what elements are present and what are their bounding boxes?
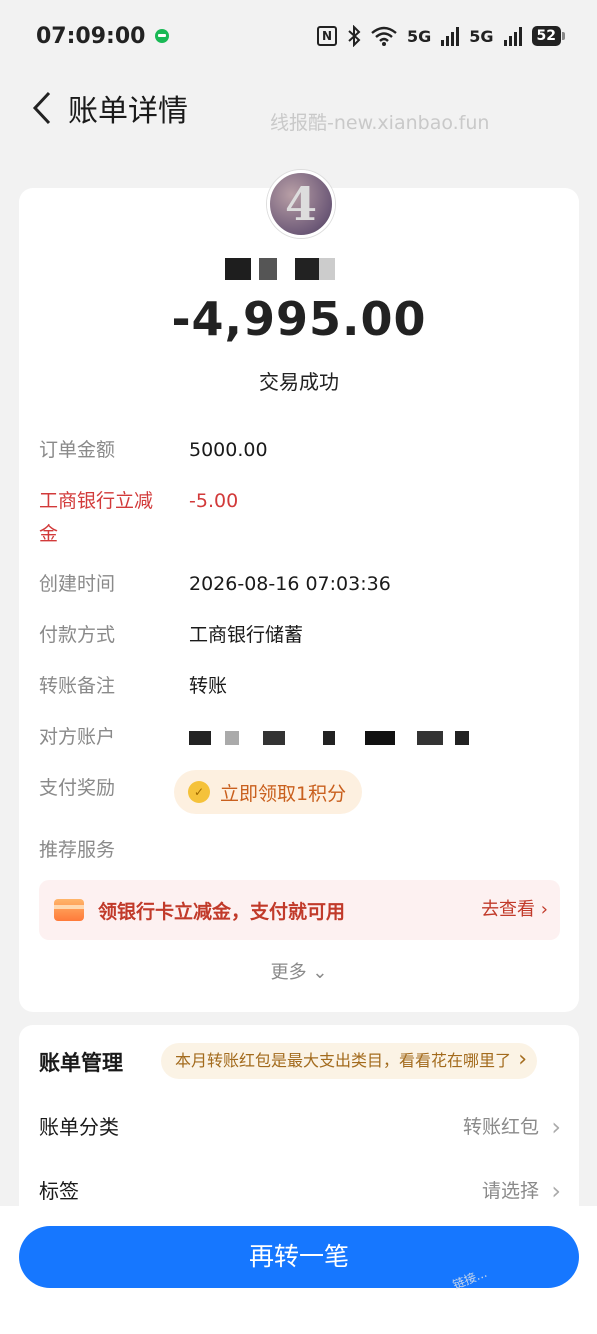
detail-label: 工商银行立减金 [39,490,154,545]
network-type-2: 5G [469,26,494,46]
bill-detail-card: 4 -4,995.00 交易成功 订单金额 5000.00 工商银行立减金 -5… [19,170,579,1012]
spending-insight-tip[interactable]: 本月转账红包是最大支出类目，看看花在哪里了 [161,1042,538,1079]
more-button[interactable]: 更多 ⌄ [19,958,579,984]
page-title: 账单详情 [68,94,188,129]
transfer-again-button[interactable]: 再转一笔 [19,1226,579,1288]
coin-icon: ✓ [188,781,210,803]
bluetooth-icon [348,25,361,47]
promo-view-link[interactable]: 去查看 › [481,880,548,940]
detail-label: 对方账户 [39,726,116,748]
status-bar: 07:09:00 N 5G 5G 52 [0,0,597,72]
manage-title: 账单管理 [39,1051,123,1075]
detail-label: 订单金额 [39,439,116,461]
signal-icon [441,26,460,46]
wechat-notification-icon [155,29,170,43]
transaction-status: 交易成功 [259,370,339,394]
status-time: 07:09:00 [36,23,146,49]
promo-text: 领银行卡立减金，支付就可用 [98,900,346,923]
detail-value: 2026-08-16 07:03:36 [189,573,391,595]
chevron-down-icon: ⌄ [312,962,328,983]
nfc-icon: N [316,26,337,46]
detail-label: 支付奖励 [39,777,116,799]
row-label: 账单分类 [39,1115,119,1139]
bank-card-icon [54,899,84,921]
bank-card-promo-banner[interactable]: 领银行卡立减金，支付就可用 去查看 › [39,880,560,940]
transaction-amount: -4,995.00 [171,292,427,346]
chevron-right-icon: › [540,899,548,920]
detail-value: 工商银行储蓄 [189,624,304,646]
detail-label: 付款方式 [39,624,116,646]
bill-category-row[interactable]: 账单分类 转账红包 › [39,1105,561,1149]
detail-value: 5000.00 [189,439,268,461]
watermark: 线报酷-new.xianbao.fun [270,112,490,134]
network-type: 5G [406,26,432,46]
battery-icon: 52 [531,26,566,46]
detail-label: 转账备注 [39,675,116,697]
claim-points-button[interactable]: ✓ 立即领取1积分 [174,770,363,814]
chevron-left-icon [32,91,51,125]
counterparty-account-masked [189,731,469,745]
detail-label: 推荐服务 [39,839,116,861]
detail-label: 创建时间 [39,573,116,595]
signal-icon-2 [503,26,522,46]
wifi-icon [371,26,397,46]
detail-value: 转账 [189,675,228,697]
row-value: 转账红包 [462,1116,539,1138]
back-button[interactable] [12,78,72,138]
payee-avatar: 4 [267,170,335,238]
payee-name-masked [225,258,355,280]
detail-value: -5.00 [189,490,239,512]
claim-points-label: 立即领取1积分 [220,782,347,805]
chevron-right-icon: › [551,1113,561,1141]
